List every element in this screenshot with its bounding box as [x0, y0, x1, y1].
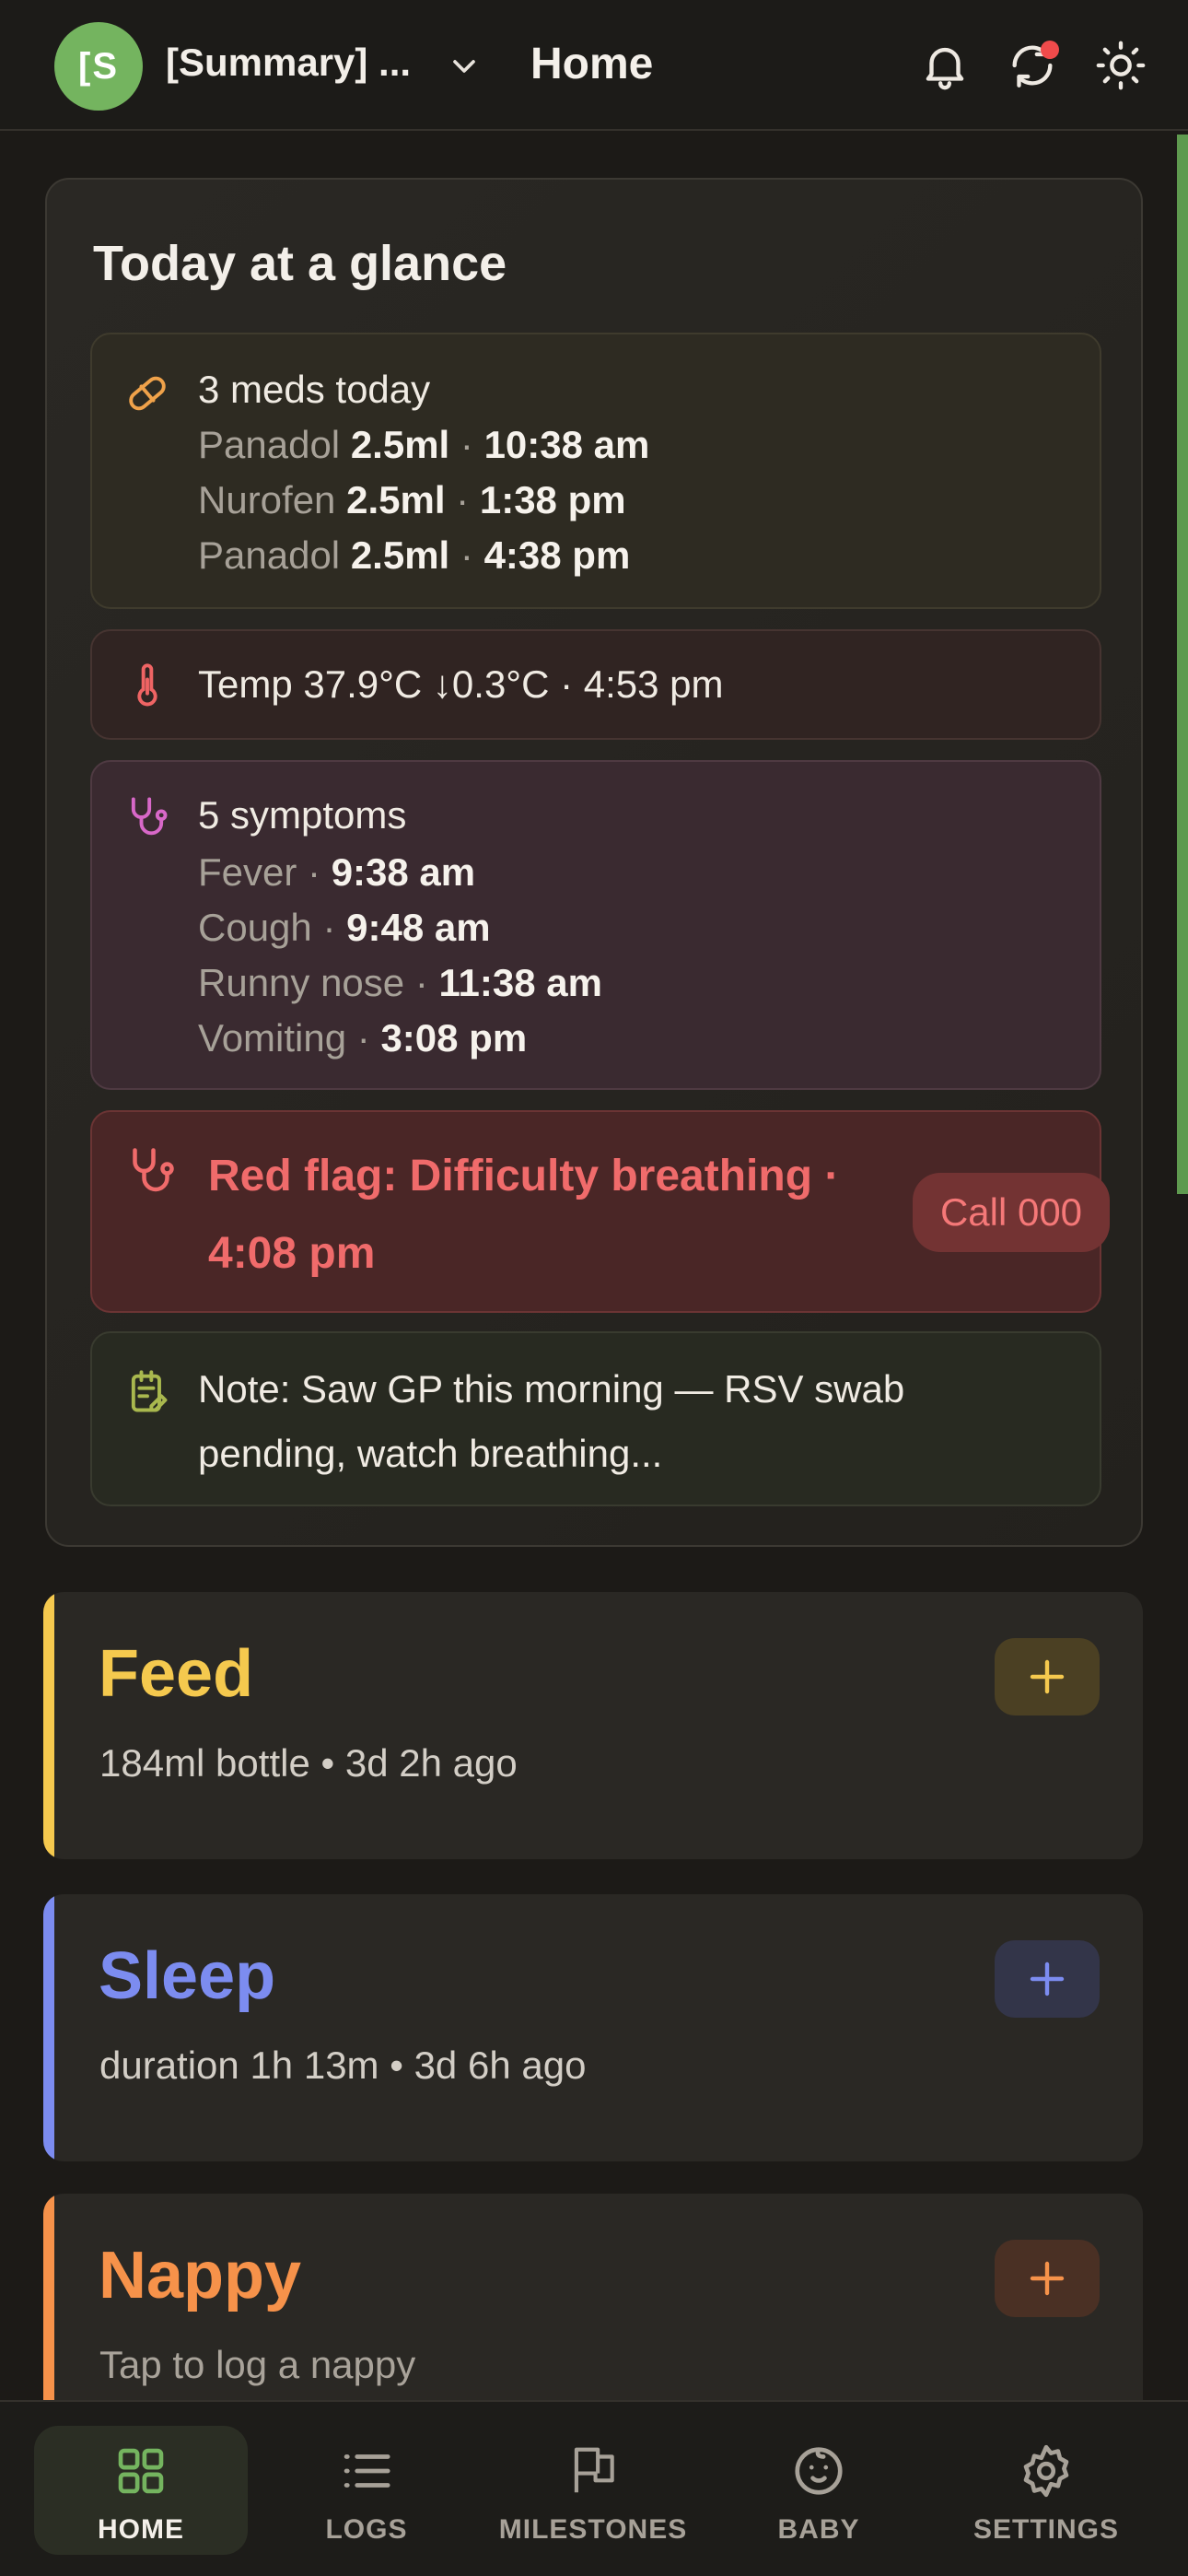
sleep-title: Sleep [99, 1939, 276, 2013]
sun-icon [1096, 41, 1146, 90]
nav-milestones[interactable]: MILESTONES [486, 2426, 700, 2555]
baby-avatar[interactable]: [S [54, 22, 143, 111]
scroll-indicator[interactable] [1177, 135, 1188, 1194]
add-nappy-button[interactable] [995, 2240, 1100, 2317]
note-summary[interactable]: Note: Saw GP this morning — RSV swab pen… [90, 1331, 1101, 1506]
symptoms-count: 5 symptoms [198, 793, 407, 837]
glance-title: Today at a glance [93, 236, 507, 291]
temperature-text: Temp 37.9°C ↓0.3°C · 4:53 pm [198, 662, 724, 706]
nav-home-label: HOME [98, 2514, 184, 2545]
theme-toggle-button[interactable] [1089, 33, 1153, 98]
pill-icon [129, 376, 166, 411]
meds-count: 3 meds today [198, 368, 431, 411]
nav-logs-label: LOGS [325, 2514, 408, 2545]
sleep-card[interactable]: Sleep duration 1h 13m • 3d 6h ago [43, 1894, 1143, 2161]
feed-last-entry: 184ml bottle • 3d 2h ago [99, 1741, 518, 1785]
meds-summary[interactable]: 3 meds today Panadol 2.5ml · 10:38 am Nu… [90, 333, 1101, 609]
nav-milestones-label: MILESTONES [498, 2514, 688, 2545]
sleep-accent-bar [43, 1894, 54, 2161]
plus-icon [1030, 1659, 1065, 1694]
notifications-button[interactable] [913, 33, 977, 98]
feed-card[interactable]: Feed 184ml bottle • 3d 2h ago [43, 1592, 1143, 1859]
nappy-hint: Tap to log a nappy [99, 2343, 416, 2386]
list-icon [344, 2454, 390, 2488]
baby-face-icon [795, 2447, 843, 2495]
nav-settings-label: SETTINGS [973, 2514, 1119, 2545]
note-icon [131, 1370, 168, 1412]
call-emergency-button[interactable]: Call 000 [913, 1173, 1110, 1252]
sleep-last-entry: duration 1h 13m • 3d 6h ago [99, 2043, 587, 2087]
flag-icon [574, 2447, 614, 2493]
stethoscope-icon [131, 797, 168, 836]
plus-icon [1030, 1961, 1065, 1996]
add-sleep-button[interactable] [995, 1940, 1100, 2018]
med-entry: Panadol 2.5ml · 4:38 pm [198, 533, 631, 577]
temperature-summary[interactable]: Temp 37.9°C ↓0.3°C · 4:53 pm [90, 629, 1101, 740]
med-entry: Panadol 2.5ml · 10:38 am [198, 423, 650, 466]
plus-icon [1030, 2261, 1065, 2296]
sync-button[interactable] [1000, 33, 1065, 98]
thermometer-icon [137, 663, 157, 707]
red-flag-alert[interactable]: Red flag: Difficulty breathing · 4:08 pm… [90, 1110, 1110, 1313]
profile-selector-label[interactable]: [Summary] ... [166, 41, 411, 85]
symptoms-summary[interactable]: 5 symptoms Fever · 9:38 am Cough · 9:48 … [90, 760, 1101, 1090]
add-feed-button[interactable] [995, 1638, 1100, 1715]
bottom-navigation: HOME LOGS MILESTONES BABY SETTINGS [0, 2400, 1188, 2576]
symptom-entry: Cough · 9:48 am [198, 906, 491, 949]
stethoscope-icon [133, 1148, 174, 1192]
grid-icon [118, 2448, 164, 2494]
nav-home[interactable]: HOME [34, 2426, 248, 2555]
bell-icon [926, 47, 964, 90]
today-glance-card: Today at a glance 3 meds today Panadol 2… [45, 178, 1143, 1547]
red-flag-text: Red flag: Difficulty breathing · 4:08 pm [208, 1152, 840, 1278]
feed-title: Feed [99, 1637, 254, 1711]
nav-baby[interactable]: BABY [712, 2426, 926, 2555]
sync-alert-dot [1041, 41, 1059, 59]
nav-baby-label: BABY [777, 2514, 860, 2545]
symptom-entry: Runny nose · 11:38 am [198, 961, 602, 1004]
gear-icon [1023, 2444, 1069, 2498]
note-text: Note: Saw GP this morning — RSV swab pen… [198, 1367, 905, 1475]
nav-logs[interactable]: LOGS [260, 2426, 473, 2555]
chevron-down-icon[interactable] [446, 48, 483, 85]
med-entry: Nurofen 2.5ml · 1:38 pm [198, 478, 626, 521]
symptom-entry: Vomiting · 3:08 pm [198, 1016, 528, 1060]
symptom-entry: Fever · 9:38 am [198, 850, 476, 894]
nappy-title: Nappy [99, 2239, 302, 2313]
page-title: Home [530, 40, 654, 88]
top-app-bar: [S [Summary] ... Home [0, 0, 1188, 131]
nav-settings[interactable]: SETTINGS [939, 2426, 1153, 2555]
feed-accent-bar [43, 1592, 54, 1859]
